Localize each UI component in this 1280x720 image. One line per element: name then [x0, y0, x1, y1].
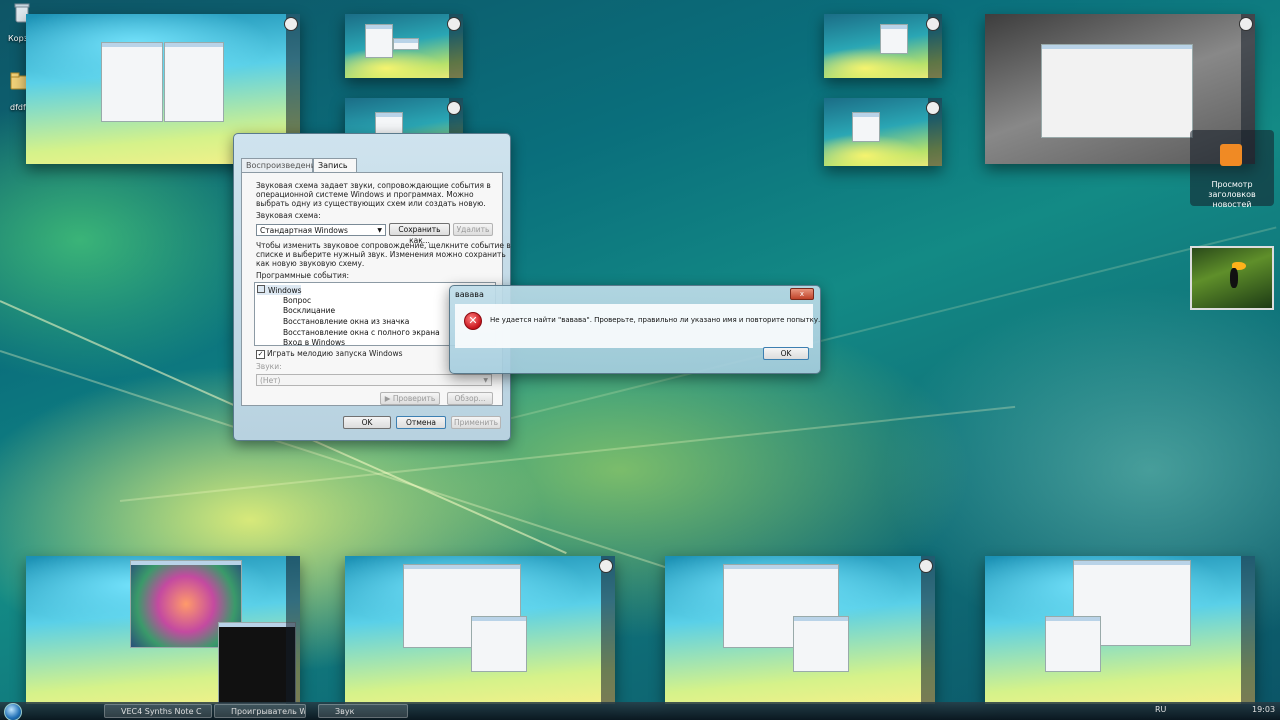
slideshow-gadget[interactable]	[1190, 246, 1274, 310]
window-thumbnail[interactable]	[985, 556, 1255, 704]
window-thumbnail[interactable]	[345, 14, 463, 78]
startup-sound-label: Играть мелодию запуска Windows	[267, 349, 403, 358]
desktop: Корз dfdf Просмотр заголовков новостей В…	[0, 0, 1280, 720]
error-dialog[interactable]: вавава x ✕ Не удается найти "вавава". Пр…	[449, 285, 821, 374]
startup-sound-checkbox[interactable]: ✓	[256, 350, 265, 359]
taskbar-item[interactable]: Звук	[318, 704, 408, 718]
chevron-down-icon: ▼	[483, 377, 488, 384]
scheme-select[interactable]: Стандартная Windows ▼	[256, 224, 386, 236]
window-thumbnail[interactable]	[665, 556, 935, 704]
sounds-select-value: (Нет)	[260, 376, 281, 385]
apply-button[interactable]: Применить	[451, 416, 501, 429]
ok-button[interactable]: OK	[343, 416, 391, 429]
list-item[interactable]: Восстановление окна из значка	[283, 317, 409, 326]
event-label: Windows	[268, 286, 302, 295]
window-thumbnail[interactable]	[824, 98, 942, 166]
language-indicator[interactable]: RU	[1155, 705, 1166, 714]
window-thumbnail[interactable]	[26, 556, 300, 704]
taskbar-item[interactable]: Проигрыватель W...	[214, 704, 306, 718]
window-thumbnail[interactable]	[345, 556, 615, 704]
error-dialog-title: вавава	[455, 290, 484, 299]
error-ok-button[interactable]: OK	[763, 347, 809, 360]
tab-playback[interactable]: Воспроизведение	[241, 158, 321, 173]
play-icon: ▶	[384, 394, 393, 403]
window-thumbnail[interactable]	[824, 14, 942, 78]
clock[interactable]: 19:03	[1252, 705, 1275, 714]
close-button[interactable]: x	[790, 288, 814, 300]
test-button-label: Проверить	[392, 394, 436, 403]
delete-button[interactable]: Удалить	[453, 223, 493, 236]
browse-button[interactable]: Обзор...	[447, 392, 493, 405]
collapse-icon	[257, 285, 265, 293]
rss-label-line1: Просмотр заголовков	[1208, 180, 1256, 199]
tab-recording[interactable]: Запись	[313, 158, 357, 173]
rss-gadget[interactable]: Просмотр заголовков новостей	[1190, 130, 1274, 209]
folder-label: dfdf	[10, 103, 26, 112]
sounds-label: Звуки:	[256, 362, 282, 371]
sounds-select[interactable]: (Нет) ▼	[256, 374, 492, 386]
scheme-label: Звуковая схема:	[256, 211, 321, 220]
list-item[interactable]: Вопрос	[283, 296, 311, 305]
toucan-body	[1230, 268, 1238, 288]
rss-label-line2: новостей	[1212, 200, 1252, 209]
save-as-button[interactable]: Сохранить как...	[389, 223, 450, 245]
list-item[interactable]: Восклицание	[283, 306, 335, 315]
test-button[interactable]: ▶ Проверить	[380, 392, 440, 405]
list-item[interactable]: Windows	[257, 285, 302, 295]
error-icon: ✕	[464, 312, 482, 330]
taskbar: VEC4 Synths Note C Проигрыватель W... Зв…	[0, 702, 1280, 720]
rss-icon	[1220, 144, 1242, 166]
hint-3: как новую звуковую схему.	[256, 259, 365, 268]
recycle-bin-label: Корз	[8, 34, 28, 43]
taskbar-item[interactable]: VEC4 Synths Note C	[104, 704, 212, 718]
cancel-button[interactable]: Отмена	[396, 416, 446, 429]
scheme-description-3: выбрать одну из существующих схем или со…	[256, 199, 486, 208]
events-label: Программные события:	[256, 271, 349, 280]
scheme-select-value: Стандартная Windows	[260, 226, 348, 235]
error-message: Не удается найти "вавава". Проверьте, пр…	[490, 316, 821, 324]
start-button[interactable]	[4, 703, 22, 720]
list-item[interactable]: Вход в Windows	[283, 338, 345, 345]
chevron-down-icon: ▼	[377, 227, 382, 234]
list-item[interactable]: Восстановление окна с полного экрана	[283, 328, 440, 337]
error-dialog-body: ✕ Не удается найти "вавава". Проверьте, …	[455, 304, 820, 348]
